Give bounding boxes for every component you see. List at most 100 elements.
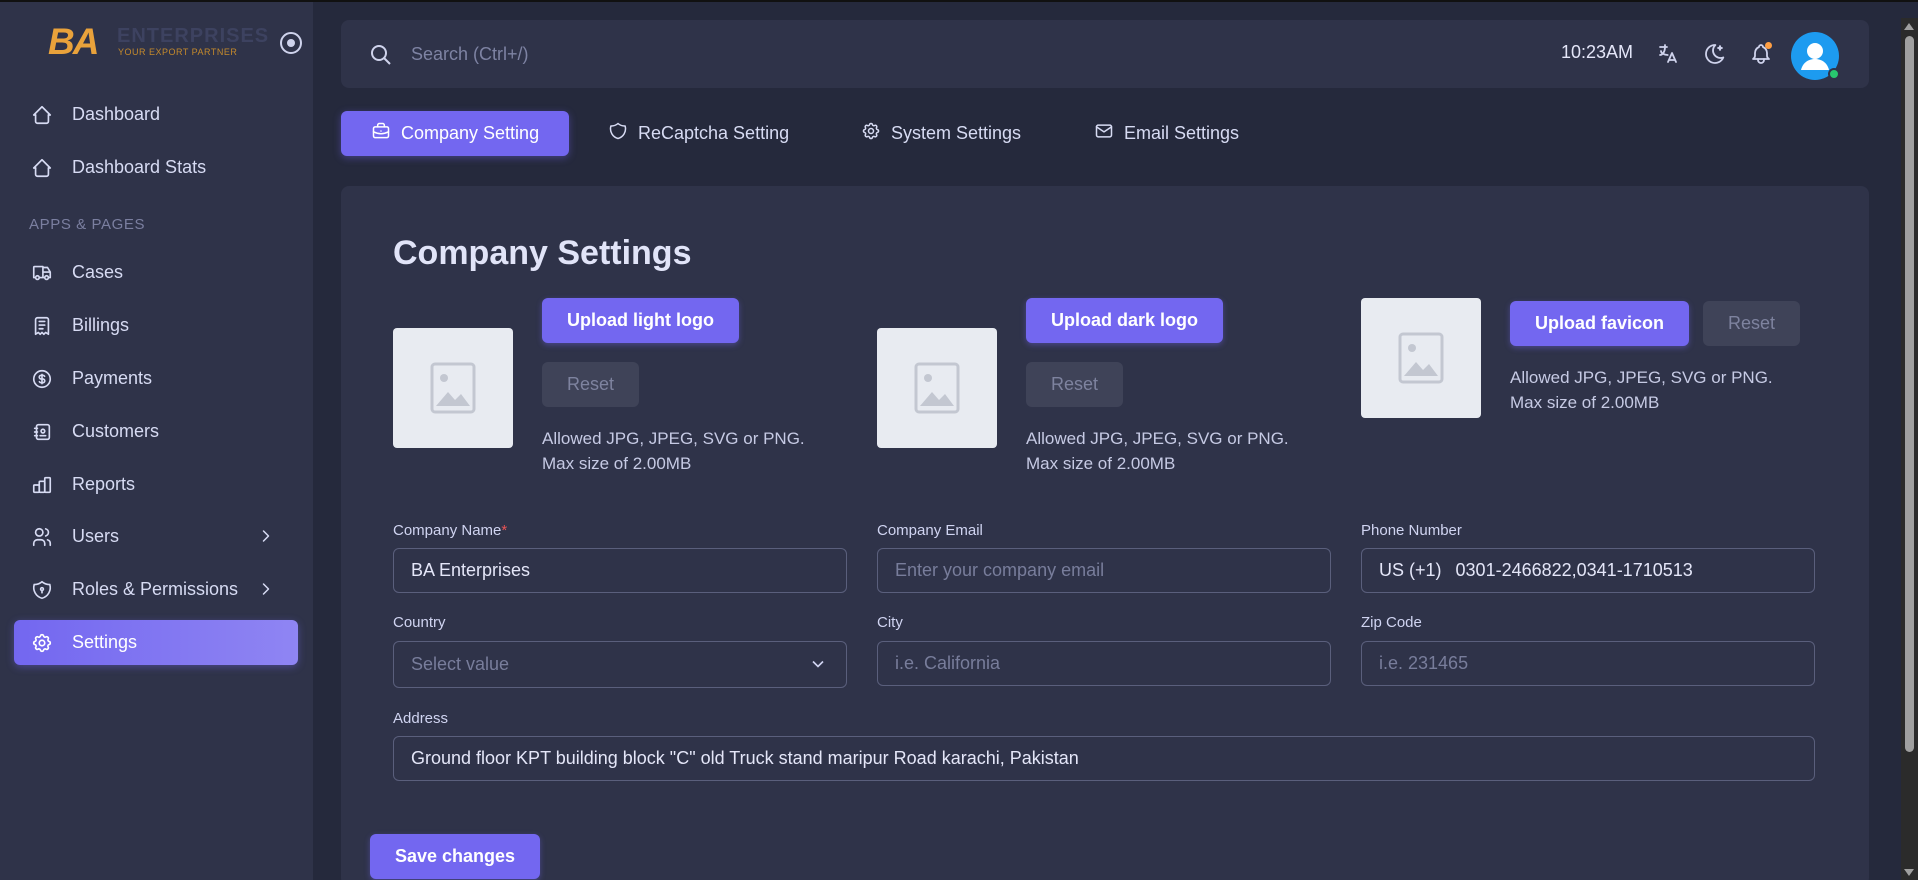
sidebar-item-label: Dashboard Stats <box>72 157 207 177</box>
upload-light-logo-button[interactable]: Upload light logo <box>542 298 739 343</box>
upload-hint-formats: Allowed JPG, JPEG, SVG or PNG. <box>1026 429 1289 448</box>
city-input[interactable] <box>877 641 1331 686</box>
tab-system-settings[interactable]: System Settings <box>833 111 1045 156</box>
tab-label: Company Setting <box>401 123 540 143</box>
phone-number-label: Phone Number <box>1361 522 1462 539</box>
sidebar-item-cases[interactable]: Cases <box>14 250 298 295</box>
sidebar-item-settings[interactable]: Settings <box>14 620 298 665</box>
upload-hint-size: Max size of 2.00MB <box>1026 454 1176 473</box>
brand-tagline: YOUR EXPORT PARTNER <box>118 47 238 57</box>
brand-name: ENTERPRISES <box>117 25 270 47</box>
label-text: Company Name <box>393 522 502 539</box>
chevron-right-icon <box>256 526 276 551</box>
upload-dark-logo-button[interactable]: Upload dark logo <box>1026 298 1224 343</box>
bell-icon[interactable] <box>1749 42 1773 66</box>
company-settings-card: Company Settings Upload light logo Reset… <box>341 186 1869 880</box>
page-title: Company Settings <box>393 234 692 272</box>
search-icon[interactable] <box>369 43 393 72</box>
favicon-preview <box>1361 298 1481 418</box>
search-input[interactable] <box>411 38 1011 70</box>
tab-email-settings[interactable]: Email Settings <box>1066 111 1263 156</box>
sidebar-collapse-icon[interactable] <box>280 32 302 54</box>
reset-favicon-button[interactable]: Reset <box>1703 301 1801 346</box>
phone-number-input[interactable]: US (+1) 0301-2466822,0341-1710513 <box>1361 548 1815 593</box>
sidebar-item-label: Roles & Permissions <box>72 579 239 599</box>
briefcase-icon <box>371 121 401 146</box>
clock-time: 10:23AM <box>1561 42 1634 62</box>
upload-hint-size: Max size of 2.00MB <box>1510 393 1660 412</box>
sidebar-item-label: Users <box>72 526 120 546</box>
country-select[interactable]: Select value <box>393 641 847 688</box>
sidebar-item-payments[interactable]: Payments <box>14 356 298 401</box>
shield-icon <box>608 121 638 146</box>
brand-logo[interactable]: BA ENTERPRISES YOUR EXPORT PARTNER <box>48 20 268 64</box>
sidebar-item-users[interactable]: Users <box>14 514 298 559</box>
city-label: City <box>877 614 903 631</box>
tab-company-setting[interactable]: Company Setting <box>341 111 570 156</box>
zip-code-input[interactable] <box>1361 641 1815 686</box>
sidebar-item-roles-permissions[interactable]: Roles & Permissions <box>14 567 298 612</box>
dark-logo-hint: Allowed JPG, JPEG, SVG or PNG. Max size … <box>1026 426 1289 476</box>
tab-recaptcha-setting[interactable]: ReCaptcha Setting <box>580 111 813 156</box>
upload-hint-formats: Allowed JPG, JPEG, SVG or PNG. <box>1510 368 1773 387</box>
translate-icon[interactable] <box>1656 42 1680 66</box>
sidebar-item-dashboard-stats[interactable]: Dashboard Stats <box>14 145 298 190</box>
address-label: Address <box>393 710 449 727</box>
gear-icon <box>30 631 54 655</box>
notification-dot <box>1765 42 1772 49</box>
upload-hint-size: Max size of 2.00MB <box>542 454 692 473</box>
sidebar-item-label: Payments <box>72 368 153 388</box>
tab-label: Email Settings <box>1124 123 1240 143</box>
gear-icon <box>861 121 891 146</box>
mail-icon <box>1094 121 1124 146</box>
sidebar-item-dashboard[interactable]: Dashboard <box>14 92 298 137</box>
home-icon <box>30 103 54 127</box>
sidebar-item-label: Customers <box>72 421 160 441</box>
reset-light-logo-button[interactable]: Reset <box>542 362 640 407</box>
reset-dark-logo-button[interactable]: Reset <box>1026 362 1124 407</box>
sidebar-item-label: Settings <box>72 632 138 652</box>
upload-favicon-button[interactable]: Upload favicon <box>1510 301 1690 346</box>
tab-label: System Settings <box>891 123 1022 143</box>
address-input[interactable] <box>393 736 1815 781</box>
zip-code-label: Zip Code <box>1361 614 1422 631</box>
top-navbar: 10:23AM <box>341 20 1869 88</box>
company-email-label: Company Email <box>877 522 983 539</box>
home-icon <box>30 156 54 180</box>
tab-label: ReCaptcha Setting <box>638 123 790 143</box>
company-name-input[interactable] <box>393 548 847 593</box>
scrollbar-thumb[interactable] <box>1905 36 1914 752</box>
country-label: Country <box>393 614 446 631</box>
sidebar-item-label: Billings <box>72 315 130 335</box>
sidebar-item-label: Cases <box>72 262 124 282</box>
contacts-book-icon <box>30 420 54 444</box>
page-scrollbar[interactable] <box>1901 18 1918 880</box>
sidebar-item-customers[interactable]: Customers <box>14 409 298 454</box>
scroll-up-arrow-icon[interactable] <box>1904 23 1914 30</box>
brand-short: BA <box>48 21 99 62</box>
phone-number-value: 0301-2466822,0341-1710513 <box>1455 560 1693 580</box>
country-select-value: Select value <box>411 654 510 674</box>
chevron-right-icon <box>256 579 276 604</box>
users-icon <box>30 525 54 549</box>
company-name-label: Company Name* <box>393 522 507 539</box>
sidebar-item-label: Reports <box>72 474 136 494</box>
sidebar-item-label: Dashboard <box>72 104 161 124</box>
required-mark: * <box>501 522 508 539</box>
truck-icon <box>30 261 54 285</box>
favicon-hint: Allowed JPG, JPEG, SVG or PNG. Max size … <box>1510 365 1773 415</box>
save-changes-button[interactable]: Save changes <box>370 834 541 879</box>
moon-stars-icon[interactable] <box>1703 42 1727 66</box>
scroll-down-arrow-icon[interactable] <box>1904 869 1914 876</box>
phone-country-prefix[interactable]: US (+1) <box>1379 560 1442 581</box>
upload-hint-formats: Allowed JPG, JPEG, SVG or PNG. <box>542 429 805 448</box>
image-placeholder-icon <box>430 362 476 414</box>
bar-chart-icon <box>30 473 54 497</box>
receipt-icon <box>30 314 54 338</box>
sidebar-item-reports[interactable]: Reports <box>14 462 298 507</box>
dollar-coin-icon <box>30 367 54 391</box>
sidebar-item-billings[interactable]: Billings <box>14 303 298 348</box>
image-placeholder-icon <box>1398 332 1444 384</box>
company-email-input[interactable] <box>877 548 1331 593</box>
light-logo-preview <box>393 328 513 448</box>
